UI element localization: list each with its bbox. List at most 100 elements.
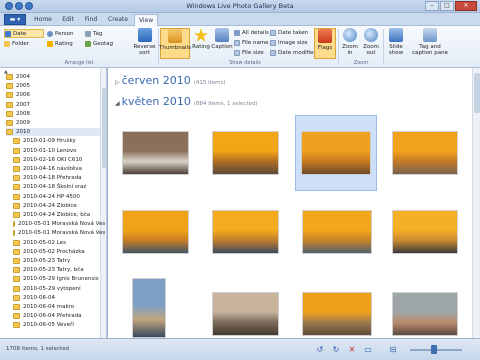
folder-icon <box>13 156 20 163</box>
photo-thumbnail[interactable] <box>392 210 458 254</box>
arrange-folder-button[interactable]: Folder <box>4 39 29 48</box>
tree-item[interactable]: 2010-01-09 Hrušky <box>13 137 100 145</box>
tree-item[interactable]: 2010-05-02 Les <box>13 239 100 247</box>
maximize-button[interactable]: □ <box>440 1 454 11</box>
tree-item[interactable]: 2010-05-01 Moravská Nová Ves <box>13 229 105 237</box>
minimize-button[interactable]: – <box>425 1 439 11</box>
rating-button[interactable]: Rating <box>191 28 211 59</box>
rotate-right-icon[interactable]: ↻ <box>331 345 341 355</box>
section-header-cerven[interactable]: ▷ červen 2010 (415 items) <box>115 74 226 87</box>
zoom-out-button[interactable]: Zoom out <box>361 28 381 59</box>
thumbnail-size-icon[interactable]: ⊟ <box>388 345 398 355</box>
tree-item[interactable]: 2008 <box>6 110 100 118</box>
tree-item[interactable]: 2010-04-24 Zlobice, bča <box>13 211 100 219</box>
checkbox-icon <box>234 39 240 46</box>
tree-item[interactable]: 2010-06-04 <box>13 294 100 302</box>
thumbnails-button[interactable]: Thumbnails <box>159 28 191 59</box>
collapse-icon[interactable]: ◢ <box>115 100 120 107</box>
tree-item[interactable]: 2010-06-04 Přehrada <box>13 312 100 320</box>
folder-icon <box>13 294 20 301</box>
file-size-button[interactable]: File size <box>234 48 264 57</box>
tree-item[interactable]: 2007 <box>6 101 100 109</box>
arrange-geotag-button[interactable]: Geotag <box>85 39 113 48</box>
app-menu-button[interactable]: ▬ ▾ <box>4 14 26 25</box>
photo-thumbnail[interactable] <box>392 292 458 336</box>
checkbox-icon <box>234 49 240 56</box>
photo-thumbnail[interactable] <box>212 210 279 254</box>
arrange-person-button[interactable]: Person <box>47 29 73 38</box>
tree-item[interactable]: 2010-05-23 Tatry <box>13 257 100 265</box>
sidebar-scrollbar[interactable] <box>100 68 106 338</box>
caption-button[interactable]: Caption <box>211 28 233 59</box>
expand-icon[interactable]: ▷ <box>115 79 120 86</box>
photo-thumbnail[interactable] <box>212 292 279 336</box>
tree-item-label: 2010-05-23 Tatry, bča <box>23 267 84 274</box>
status-bar: 1708 items, 1 selected ↺ ↻ ✕ ▭ ⊟ <box>0 338 480 360</box>
tree-item[interactable]: 2010-04-24 Zlobice <box>13 202 100 210</box>
tab-home[interactable]: Home <box>30 14 56 26</box>
photo-thumbnail[interactable] <box>302 210 372 254</box>
rotate-left-icon[interactable]: ↺ <box>315 345 325 355</box>
tag-caption-pane-button[interactable]: Tag and caption pane <box>410 28 450 59</box>
photo-thumbnail[interactable] <box>302 292 372 336</box>
tree-item[interactable]: 2010-02-16 OKI C610 <box>13 156 100 164</box>
photo-thumbnail[interactable] <box>122 210 189 254</box>
file-name-button[interactable]: File name <box>234 38 269 47</box>
slide-show-button[interactable]: Slide show <box>385 28 407 59</box>
scrollbar-thumb[interactable] <box>102 88 106 168</box>
folder-icon <box>6 101 13 108</box>
tree-item[interactable]: 2010-04-24 HP 4500 <box>13 193 100 201</box>
tab-create[interactable]: Create <box>103 14 133 26</box>
photo-thumbnail[interactable] <box>392 131 458 175</box>
date-taken-button[interactable]: Date taken <box>270 28 308 37</box>
tree-item[interactable]: 2010-05-01 Moravská Nová Ves <box>13 220 105 228</box>
tree-item-label: 2010 <box>16 129 30 136</box>
tree-item[interactable]: 2010-04-18 Přehrada <box>13 174 100 182</box>
photo-thumbnail[interactable] <box>132 278 166 338</box>
image-size-button[interactable]: Image size <box>270 38 308 47</box>
tab-view[interactable]: View <box>134 14 158 26</box>
folder-icon <box>6 110 13 117</box>
zoom-in-button[interactable]: Zoom in <box>340 28 360 59</box>
arrange-list-group-label: Arrange list <box>64 60 94 66</box>
tree-item[interactable]: 2010-05-23 Tatry, bča <box>13 266 100 274</box>
tree-item[interactable]: 2009 <box>6 119 100 127</box>
tree-item[interactable]: 2010-01-10 Lenovo <box>13 147 100 155</box>
tree-item[interactable]: 2004 <box>6 73 100 81</box>
all-details-button[interactable]: All details <box>234 28 269 37</box>
photo-thumbnail[interactable] <box>122 131 189 175</box>
photo-thumbnail[interactable] <box>212 131 279 175</box>
tree-item[interactable]: 2010-05-02 Procházka <box>13 248 100 256</box>
date-modified-button[interactable]: Date modified <box>270 48 317 57</box>
tree-item-label: 2009 <box>16 120 30 126</box>
zoom-slider-knob[interactable] <box>431 345 437 354</box>
ribbon-separator <box>338 29 339 65</box>
reverse-sort-button[interactable]: Reverse sort <box>132 28 157 59</box>
view-icon[interactable]: ▭ <box>363 345 373 355</box>
scrollbar-thumb[interactable] <box>474 73 480 113</box>
tab-find[interactable]: Find <box>80 14 102 26</box>
close-button[interactable]: ✕ <box>455 1 477 11</box>
tree-item[interactable]: 2010 <box>6 128 100 137</box>
main-scrollbar[interactable] <box>472 68 480 338</box>
tree-item[interactable]: 2010-04-16 návštěva <box>13 165 100 173</box>
tree-item[interactable]: 2005 <box>6 82 100 90</box>
star-icon <box>194 28 208 42</box>
tree-item[interactable]: 2010-06-05 Veveří <box>13 321 100 329</box>
star-icon <box>47 40 53 47</box>
section-header-kveten[interactable]: ◢ květen 2010 (884 items, 1 selected) <box>115 95 258 108</box>
tab-edit[interactable]: Edit <box>57 14 79 26</box>
arrange-rating-button[interactable]: Rating <box>47 39 73 48</box>
arrange-date-button[interactable]: Date <box>4 29 44 38</box>
tree-item[interactable]: 2010-04-18 Školní sraz <box>13 183 100 191</box>
arrange-tag-button[interactable]: Tag <box>85 29 102 38</box>
tree-item[interactable]: 2010-05-29 Ignis Brunensis <box>13 275 100 283</box>
flags-button[interactable]: Flags <box>314 28 336 59</box>
photo-thumbnail[interactable] <box>301 131 371 175</box>
delete-icon[interactable]: ✕ <box>347 345 357 355</box>
caption-icon <box>215 28 229 42</box>
tree-item[interactable]: 2006 <box>6 91 100 99</box>
flag-icon <box>318 29 332 43</box>
tree-item[interactable]: 2010-05-29 vytopení <box>13 285 100 293</box>
tree-item[interactable]: 2010-06-04 makro <box>13 303 100 311</box>
